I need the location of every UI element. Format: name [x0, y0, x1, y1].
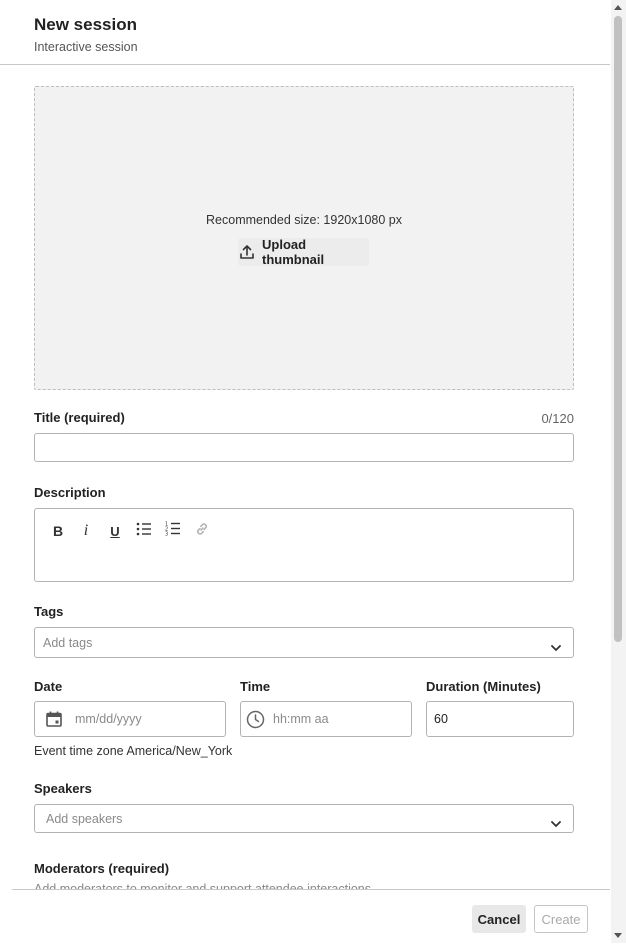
upload-icon [238, 243, 256, 261]
date-placeholder: mm/dd/yyyy [75, 712, 142, 726]
bulleted-list-button[interactable] [133, 521, 155, 541]
description-label: Description [34, 485, 106, 500]
description-editor[interactable]: B i U 1 2 3 [34, 508, 574, 582]
time-input[interactable]: hh:mm aa [240, 701, 412, 737]
tags-placeholder: Add tags [43, 636, 93, 650]
upload-thumbnail-button[interactable]: Upload thumbnail [238, 237, 369, 267]
thumbnail-size-hint: Recommended size: 1920x1080 px [206, 213, 402, 227]
cancel-button[interactable]: Cancel [472, 905, 526, 933]
timezone-note: Event time zone America/New_York [34, 744, 233, 758]
italic-button[interactable]: i [75, 521, 97, 541]
link-icon [194, 521, 210, 542]
dialog-footer: Cancel Create [12, 889, 610, 944]
title-char-counter: 0/120 [541, 411, 574, 426]
numbered-list-button[interactable]: 1 2 3 [162, 521, 184, 541]
scroll-thumb[interactable] [614, 16, 622, 642]
moderators-label: Moderators (required) [34, 861, 170, 876]
scroll-down-arrow-icon[interactable] [614, 933, 622, 938]
time-label: Time [240, 679, 271, 694]
tags-label: Tags [34, 604, 64, 619]
bulleted-list-icon [136, 522, 152, 541]
svg-text:3: 3 [165, 532, 168, 537]
bold-icon: B [52, 523, 64, 539]
page-subtitle: Interactive session [34, 40, 138, 54]
calendar-icon [45, 710, 63, 733]
date-input[interactable]: mm/dd/yyyy [34, 701, 226, 737]
chevron-down-icon [551, 639, 561, 657]
title-label: Title (required) [34, 410, 125, 425]
title-input[interactable] [34, 433, 574, 462]
speakers-label: Speakers [34, 781, 92, 796]
scrollbar[interactable] [611, 0, 626, 943]
scroll-up-arrow-icon[interactable] [614, 5, 622, 10]
bold-button[interactable]: B [47, 521, 69, 541]
thumbnail-dropzone[interactable]: Recommended size: 1920x1080 px Upload th… [34, 86, 574, 390]
duration-input[interactable]: 60 [426, 701, 574, 737]
time-placeholder: hh:mm aa [273, 712, 329, 726]
underline-button[interactable]: U [104, 521, 126, 541]
link-button[interactable] [191, 521, 213, 541]
clock-icon [246, 710, 265, 734]
upload-thumbnail-label: Upload thumbnail [262, 237, 325, 267]
create-button[interactable]: Create [534, 905, 588, 933]
numbered-list-icon: 1 2 3 [165, 521, 181, 541]
page-title: New session [34, 15, 137, 34]
duration-label: Duration (Minutes) [426, 679, 541, 694]
tags-select[interactable]: Add tags [34, 627, 574, 658]
speakers-placeholder: Add speakers [46, 812, 123, 826]
speakers-select[interactable]: Add speakers [34, 804, 574, 833]
italic-icon: i [83, 522, 89, 539]
chevron-down-icon [551, 815, 561, 833]
date-label: Date [34, 679, 63, 694]
dialog-header: New session Interactive session [0, 0, 610, 65]
underline-icon: U [110, 523, 120, 539]
duration-value: 60 [434, 712, 448, 726]
